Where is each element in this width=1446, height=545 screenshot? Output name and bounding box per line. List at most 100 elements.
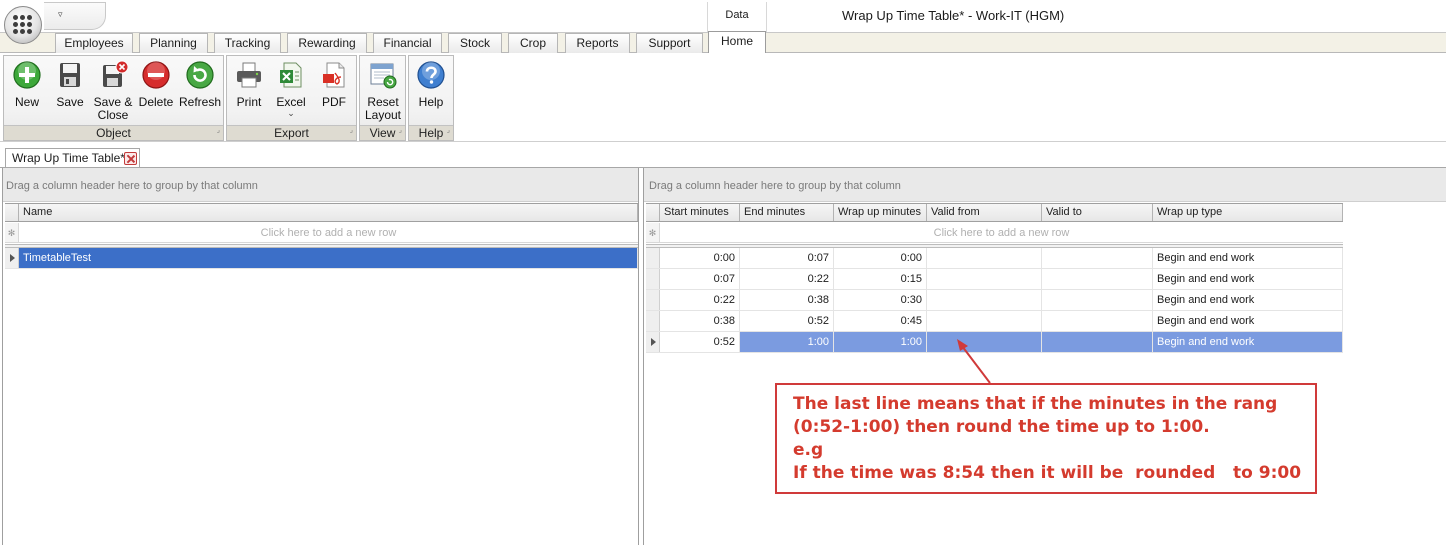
export-group-label: Export [274,126,309,140]
annotation-callout: The last line means that if the minutes … [775,383,1317,494]
cell-valid-from[interactable] [927,269,1042,289]
new-button[interactable]: New [7,60,47,109]
cell-valid-from[interactable] [927,290,1042,310]
refresh-label: Refresh [179,95,222,109]
cell-end-minutes[interactable]: 0:07 [740,248,834,268]
add-icon [13,61,41,89]
printer-icon [237,62,261,88]
cell-end-minutes[interactable]: 0:38 [740,290,834,310]
object-group-label: Object [96,126,131,140]
table-row[interactable]: 0:00 0:07 0:00 Begin and end work [646,248,1343,269]
ribbon-group-help-label: Help ⌟ [409,125,453,140]
cell-start-minutes[interactable]: 0:07 [660,269,740,289]
table-row[interactable]: TimetableTest [5,248,638,269]
tab-tracking[interactable]: Tracking [214,33,281,53]
cell-start-minutes[interactable]: 0:22 [660,290,740,310]
column-header-end-minutes[interactable]: End minutes [740,204,834,221]
new-row-star-icon: ✻ [5,223,19,242]
column-header-wrap-up-type[interactable]: Wrap up type [1153,204,1343,221]
cell-wrap-up-type[interactable]: Begin and end work [1153,332,1343,352]
dialog-launcher-icon[interactable]: ⌟ [447,124,450,138]
cell-end-minutes[interactable]: 0:52 [740,311,834,331]
pdf-button[interactable]: PDF [314,60,354,109]
dialog-launcher-icon[interactable]: ⌟ [350,124,353,138]
close-icon[interactable] [124,152,137,165]
reset-layout-button[interactable]: Reset Layout [361,60,405,122]
cell-wrap-up-type[interactable]: Begin and end work [1153,269,1343,289]
reset-layout-icon [370,63,397,89]
save-button[interactable]: Save [50,60,90,109]
print-button[interactable]: Print [229,60,269,109]
reset-layout-label: Reset Layout [364,95,402,122]
cell-valid-to[interactable] [1042,332,1153,352]
dialog-launcher-icon[interactable]: ⌟ [217,124,220,138]
grid-dots-icon [13,15,33,35]
row-indicator [646,248,660,268]
column-header-name[interactable]: Name [19,204,638,221]
tab-home[interactable]: Home [708,31,766,53]
tab-support[interactable]: Support [636,33,703,53]
cell-end-minutes[interactable]: 1:00 [740,332,834,352]
tab-employees[interactable]: Employees [55,33,133,53]
new-row[interactable]: ✻ Click here to add a new row [646,223,1343,243]
cell-start-minutes[interactable]: 0:38 [660,311,740,331]
help-button[interactable]: Help [411,60,451,109]
cell-valid-to[interactable] [1042,311,1153,331]
cell-valid-from[interactable] [927,248,1042,268]
annotation-line-3: e.g [793,440,824,460]
column-header-valid-from[interactable]: Valid from [927,204,1042,221]
cell-start-minutes[interactable]: 0:52 [660,332,740,352]
tab-crop[interactable]: Crop [508,33,558,53]
cell-wrap-up-minutes[interactable]: 0:45 [834,311,927,331]
column-header-wrap-up-minutes[interactable]: Wrap up minutes [834,204,927,221]
cell-wrap-up-minutes[interactable]: 0:00 [834,248,927,268]
tab-financial[interactable]: Financial [373,33,442,53]
document-tab-wrap-up-time-table[interactable]: Wrap Up Time Table* [5,148,140,168]
delete-button[interactable]: Delete [136,60,176,109]
row-indicator [646,269,660,289]
quick-access-toolbar[interactable]: ▿ [44,2,106,30]
cell-wrap-up-type[interactable]: Begin and end work [1153,290,1343,310]
group-by-panel[interactable]: Drag a column header here to group by th… [3,168,638,202]
window-title: Wrap Up Time Table* - Work-IT (HGM) [842,8,1065,23]
cell-name[interactable]: TimetableTest [19,248,638,268]
cell-wrap-up-minutes[interactable]: 1:00 [834,332,927,352]
ribbon-group-view-label: View ⌟ [360,125,405,140]
refresh-icon [186,61,214,89]
application-window: ▿ Data Wrap Up Time Table* - Work-IT (HG… [0,0,1446,545]
cell-valid-to[interactable] [1042,269,1153,289]
delete-label: Delete [138,95,174,109]
document-tab-label: Wrap Up Time Table* [12,151,125,165]
new-row-placeholder: Click here to add a new row [260,227,397,239]
tab-reports[interactable]: Reports [565,33,630,53]
excel-button[interactable]: Excel ⌄ [271,60,311,118]
new-row[interactable]: ✻ Click here to add a new row [5,223,638,243]
tab-rewarding[interactable]: Rewarding [287,33,367,53]
dialog-launcher-icon[interactable]: ⌟ [399,124,402,138]
new-row-star-icon: ✻ [646,223,660,242]
context-tab-group-label: Data [707,2,767,32]
cell-wrap-up-type[interactable]: Begin and end work [1153,311,1343,331]
cell-wrap-up-minutes[interactable]: 0:30 [834,290,927,310]
application-menu-button[interactable] [4,6,42,44]
table-row[interactable]: 0:22 0:38 0:30 Begin and end work [646,290,1343,311]
tab-stock[interactable]: Stock [448,33,502,53]
group-by-panel[interactable]: Drag a column header here to group by th… [644,168,1446,202]
current-row-indicator-icon [5,248,19,268]
print-label: Print [236,95,262,109]
refresh-button[interactable]: Refresh [179,60,221,109]
cell-wrap-up-type[interactable]: Begin and end work [1153,248,1343,268]
cell-valid-to[interactable] [1042,290,1153,310]
column-header-valid-to[interactable]: Valid to [1042,204,1153,221]
cell-valid-from[interactable] [927,311,1042,331]
column-header-start-minutes[interactable]: Start minutes [660,204,740,221]
cell-start-minutes[interactable]: 0:00 [660,248,740,268]
tab-planning[interactable]: Planning [139,33,208,53]
cell-end-minutes[interactable]: 0:22 [740,269,834,289]
ribbon-group-object-label: Object ⌟ [4,125,223,140]
table-row[interactable]: 0:38 0:52 0:45 Begin and end work [646,311,1343,332]
cell-valid-to[interactable] [1042,248,1153,268]
cell-wrap-up-minutes[interactable]: 0:15 [834,269,927,289]
table-row[interactable]: 0:07 0:22 0:15 Begin and end work [646,269,1343,290]
save-and-close-button[interactable]: Save & Close [91,60,135,122]
